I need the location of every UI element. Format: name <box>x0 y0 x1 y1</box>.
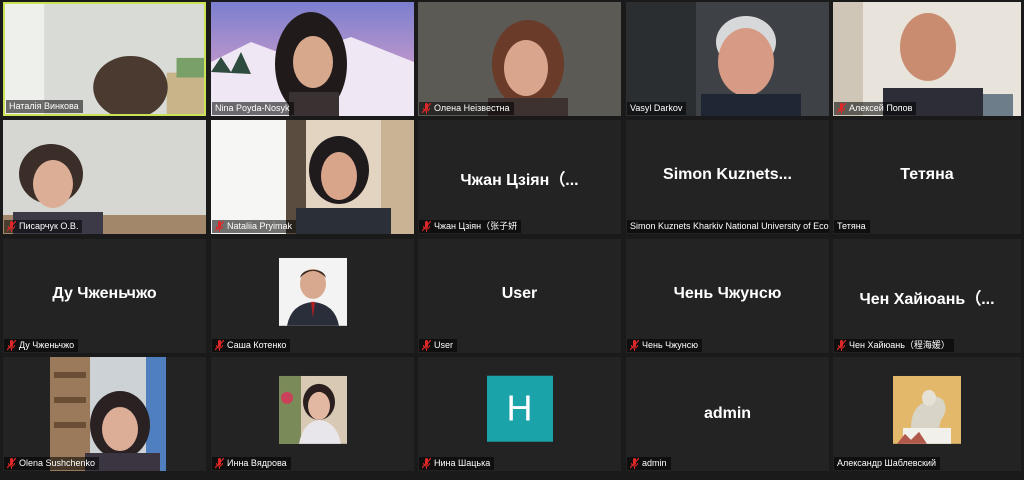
participant-tile[interactable]: Алексей Попов <box>833 2 1021 116</box>
participant-tile[interactable]: Olena Sushchenko <box>3 357 206 471</box>
participant-tile[interactable]: admin admin <box>626 357 829 471</box>
participant-name: Vasyl Darkov <box>630 103 683 113</box>
participant-name-tag: Ду Чженьчжо <box>4 339 79 352</box>
participant-name-tag: Наталія Винкова <box>6 100 83 113</box>
participant-name-tag: Nataliia Pryimak <box>212 220 297 233</box>
mic-muted-icon <box>837 340 846 351</box>
participant-display-name: Ду Чженьчжо <box>52 285 157 302</box>
participant-name-tag: User <box>419 339 458 352</box>
participant-name-tag: Саша Котенко <box>212 339 291 352</box>
participant-display-name: Чжан Цзіян（... <box>460 172 579 189</box>
mic-muted-icon <box>422 458 431 469</box>
participant-name: Чен Хайюань（程海媛） <box>849 340 950 350</box>
participant-name-tag: Чен Хайюань（程海媛） <box>834 339 954 352</box>
participant-tile[interactable]: Тетяна Тетяна <box>833 120 1021 234</box>
participant-name: Саша Котенко <box>227 340 287 350</box>
participant-name: Ду Чженьчжо <box>19 340 75 350</box>
participant-tile[interactable]: Simon Kuznets... Simon Kuznets Kharkiv N… <box>626 120 829 234</box>
participant-name: Nina Poyda-Nosyk <box>215 103 290 113</box>
participant-display-name: Тетяна <box>900 166 954 183</box>
participant-video <box>211 2 414 116</box>
mic-muted-icon <box>7 221 16 232</box>
profile-photo <box>893 375 961 444</box>
participant-name: Olena Sushchenko <box>19 458 96 468</box>
participant-tile[interactable]: Олена Неізвестна <box>418 2 621 116</box>
participant-name: Тетяна <box>837 221 866 231</box>
participant-video <box>50 357 166 471</box>
mic-muted-icon <box>7 458 16 469</box>
participant-name: Чжан Цзіян（张子妍 <box>434 221 518 231</box>
participant-tile[interactable]: Александр Шаблевский <box>833 357 1021 471</box>
participant-name: Александр Шаблевский <box>837 458 936 468</box>
participant-tile[interactable]: Инна Вядрова <box>211 357 414 471</box>
participant-name-tag: Olena Sushchenko <box>4 457 100 470</box>
participant-display-name: Чен Хайюань（... <box>859 291 995 308</box>
participant-name: Алексей Попов <box>849 103 913 113</box>
mic-muted-icon <box>630 458 639 469</box>
participant-name-tag: Чжан Цзіян（张子妍 <box>419 220 522 233</box>
participant-tile[interactable]: Ду Чженьчжо Ду Чженьчжо <box>3 239 206 353</box>
participant-tile[interactable]: Nina Poyda-Nosyk <box>211 2 414 116</box>
participant-name-tag: Инна Вядрова <box>212 457 291 470</box>
mic-muted-icon <box>422 103 431 114</box>
participant-name-tag: Нина Шацька <box>419 457 495 470</box>
participant-name: Simon Kuznets Kharkiv National Universit… <box>630 221 829 231</box>
participant-video <box>626 2 829 116</box>
mic-muted-icon <box>837 103 846 114</box>
participant-tile[interactable]: Nataliia Pryimak <box>211 120 414 234</box>
participant-display-name: Чень Чжунсю <box>673 285 782 302</box>
participant-name: Олена Неізвестна <box>434 103 510 113</box>
participant-tile[interactable]: User User <box>418 239 621 353</box>
participant-name: User <box>434 340 454 350</box>
participant-display-name: User <box>501 285 538 302</box>
mic-muted-icon <box>630 340 639 351</box>
participant-name-tag: Тетяна <box>834 220 870 233</box>
participant-name-tag: Simon Kuznets Kharkiv National Universit… <box>627 220 829 233</box>
profile-photo <box>278 375 347 444</box>
participant-tile[interactable]: H Нина Шацька <box>418 357 621 471</box>
participant-tile[interactable]: Писарчук О.В. <box>3 120 206 234</box>
mic-muted-icon <box>215 221 224 232</box>
mic-muted-icon <box>215 340 224 351</box>
participant-name: Нина Шацька <box>434 458 491 468</box>
profile-photo <box>278 257 347 326</box>
participant-tile[interactable]: Vasyl Darkov <box>626 2 829 116</box>
participant-video <box>418 2 621 116</box>
video-gallery: Наталія Винкова Nina Poyda-Nosyk Олена Н… <box>0 0 1024 480</box>
participant-video <box>833 2 1021 116</box>
participant-display-name: admin <box>703 405 752 422</box>
participant-name-tag: Vasyl Darkov <box>627 102 687 115</box>
participant-name: Nataliia Pryimak <box>227 221 293 231</box>
participant-name: Инна Вядрова <box>227 458 287 468</box>
mic-muted-icon <box>215 458 224 469</box>
participant-tile[interactable]: Чжан Цзіян（... Чжан Цзіян（张子妍 <box>418 120 621 234</box>
mic-muted-icon <box>422 221 431 232</box>
participant-name: Наталія Винкова <box>9 101 79 111</box>
participant-video <box>3 120 206 234</box>
participant-name-tag: Чень Чжунсю <box>627 339 703 352</box>
letter-avatar: H <box>486 375 553 442</box>
participant-tile[interactable]: Чен Хайюань（... Чен Хайюань（程海媛） <box>833 239 1021 353</box>
participant-tile[interactable]: Саша Котенко <box>211 239 414 353</box>
participant-video <box>5 4 204 114</box>
participant-name: admin <box>642 458 667 468</box>
participant-video <box>211 120 414 234</box>
participant-name: Чень Чжунсю <box>642 340 699 350</box>
participant-name-tag: Олена Неізвестна <box>419 102 514 115</box>
mic-muted-icon <box>7 340 16 351</box>
participant-tile[interactable]: Чень Чжунсю Чень Чжунсю <box>626 239 829 353</box>
mic-muted-icon <box>422 340 431 351</box>
participant-name-tag: Nina Poyda-Nosyk <box>212 102 294 115</box>
participant-name-tag: Алексей Попов <box>834 102 917 115</box>
participant-name-tag: Александр Шаблевский <box>834 457 940 470</box>
participant-display-name: Simon Kuznets... <box>663 166 792 183</box>
participant-name: Писарчук О.В. <box>19 221 79 231</box>
participant-tile[interactable]: Наталія Винкова <box>3 2 206 116</box>
participant-name-tag: admin <box>627 457 671 470</box>
participant-name-tag: Писарчук О.В. <box>4 220 83 233</box>
